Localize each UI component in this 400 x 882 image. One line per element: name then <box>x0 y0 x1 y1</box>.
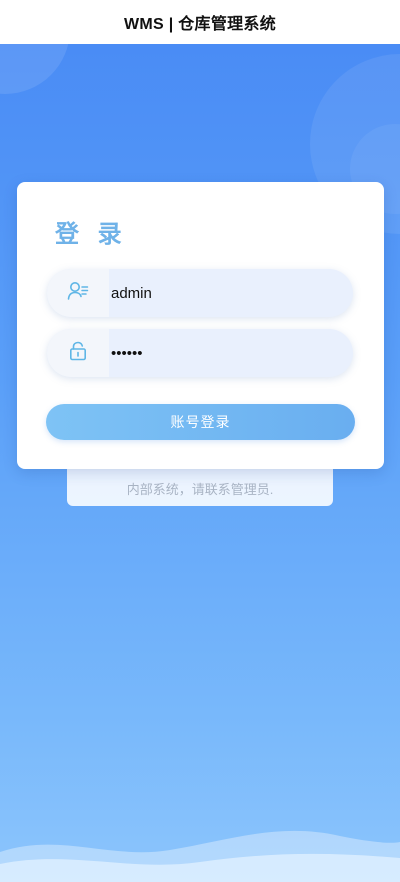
username-icon-box <box>47 269 109 317</box>
app-header: WMS | 仓库管理系统 <box>0 0 400 44</box>
password-field[interactable]: •••••• <box>47 329 353 377</box>
login-button[interactable]: 账号登录 <box>46 404 355 440</box>
notice-text: 内部系统，请联系管理员. <box>126 481 274 497</box>
password-input[interactable]: •••••• <box>109 329 339 377</box>
login-page: WMS | 仓库管理系统 内部系统，请联系管理员. 登 录 admin ••••… <box>0 0 400 882</box>
decor-bubble <box>0 44 70 94</box>
login-card: 登 录 admin •••••• 账号登录 <box>17 182 384 469</box>
username-field[interactable]: admin <box>47 269 353 317</box>
app-title: WMS | 仓库管理系统 <box>123 16 277 33</box>
lock-icon <box>69 341 87 366</box>
username-input[interactable]: admin <box>109 269 339 317</box>
password-icon-box <box>47 329 109 377</box>
user-icon <box>67 281 89 306</box>
bottom-wave <box>0 830 400 882</box>
login-title: 登 录 <box>55 221 128 248</box>
